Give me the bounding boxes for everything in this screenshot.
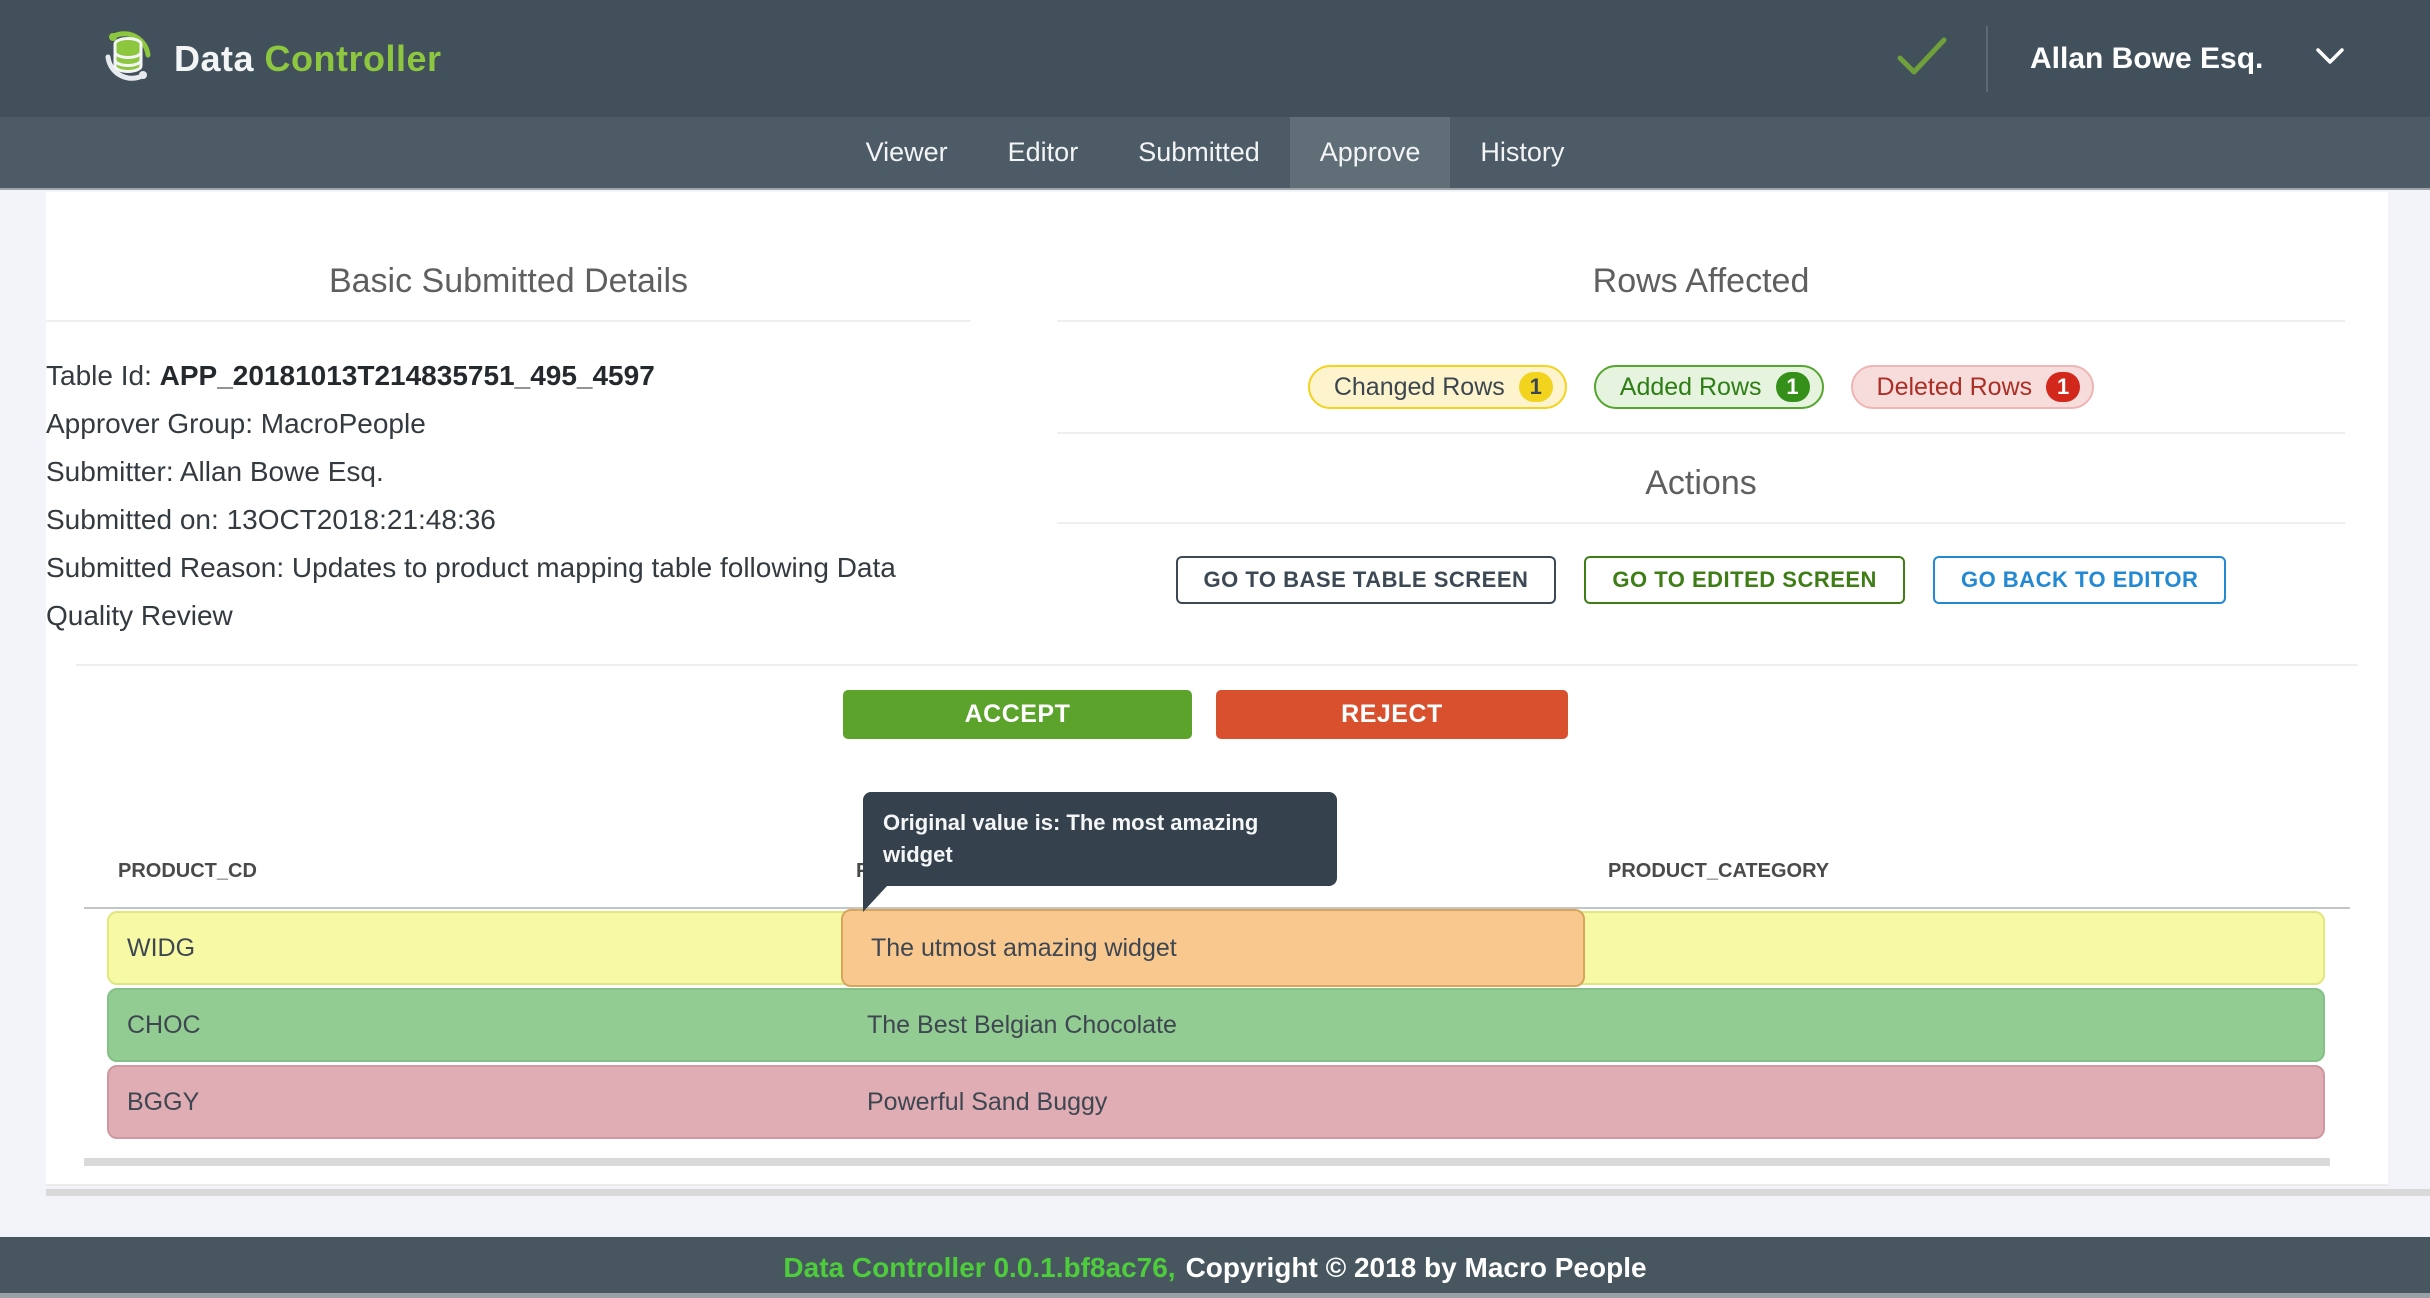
top-bar: Data Controller Allan Bowe Esq. [0, 0, 2430, 117]
table-row[interactable]: BGGY Powerful Sand Buggy [107, 1065, 2325, 1139]
badges-bottom-divider [1057, 432, 2345, 434]
changed-value-cell[interactable]: The utmost amazing widget [841, 909, 1585, 987]
app-logo: Data Controller [100, 0, 442, 117]
nav-tab-editor[interactable]: Editor [978, 117, 1109, 188]
nav-tab-viewer[interactable]: Viewer [836, 117, 978, 188]
go-to-edited-screen-button[interactable]: GO TO EDITED SCREEN [1584, 556, 1905, 604]
table-row[interactable]: WIDG The utmost amazing widget [107, 911, 2325, 985]
deleted-rows-count: 1 [2046, 372, 2080, 402]
chevron-down-icon[interactable] [2315, 47, 2345, 70]
nav-tab-history[interactable]: History [1450, 117, 1594, 188]
accept-button[interactable]: ACCEPT [843, 690, 1192, 739]
basic-submitted-details-title: Basic Submitted Details [46, 262, 971, 301]
added-rows-badge: Added Rows 1 [1594, 365, 1824, 409]
actions-divider [1057, 522, 2345, 524]
detail-table-id: Table Id: APP_20181013T214835751_495_459… [46, 352, 971, 400]
added-rows-count: 1 [1776, 372, 1810, 402]
app-title: Data Controller [174, 38, 442, 80]
table-row[interactable]: CHOC The Best Belgian Chocolate [107, 988, 2325, 1062]
cell-product-cd: CHOC [127, 990, 201, 1060]
detail-submitted-reason: Submitted Reason: Updates to product map… [46, 544, 971, 640]
detail-approver-group: Approver Group: MacroPeople [46, 400, 971, 448]
details-divider [46, 320, 971, 322]
cell-product-cd: BGGY [127, 1067, 199, 1137]
check-icon [1896, 36, 1948, 83]
cell-product-desc: The Best Belgian Chocolate [867, 990, 1177, 1060]
tooltip-arrow [863, 886, 887, 912]
table-horizontal-scrollbar[interactable] [84, 1158, 2330, 1166]
changed-rows-badge: Changed Rows 1 [1308, 365, 1567, 409]
nav-tab-approve[interactable]: Approve [1290, 117, 1451, 188]
user-menu[interactable]: Allan Bowe Esq. [2030, 0, 2345, 117]
detail-submitted-on: Submitted on: 13OCT2018:21:48:36 [46, 496, 971, 544]
changed-rows-count: 1 [1519, 372, 1553, 402]
card-divider [76, 664, 2358, 666]
rows-affected-badges: Changed Rows 1 Added Rows 1 Deleted Rows… [1057, 365, 2345, 409]
original-value-tooltip: Original value is: The most amazing widg… [863, 792, 1337, 886]
user-name: Allan Bowe Esq. [2030, 42, 2263, 76]
rows-affected-divider [1057, 320, 2345, 322]
rows-affected-title: Rows Affected [1057, 262, 2345, 301]
content-card: Basic Submitted Details Table Id: APP_20… [46, 192, 2388, 1186]
deleted-rows-badge: Deleted Rows 1 [1851, 365, 2095, 409]
submitted-details-fields: Table Id: APP_20181013T214835751_495_459… [46, 352, 971, 640]
footer-copyright: Copyright © 2018 by Macro People [1186, 1252, 1647, 1284]
footer: Data Controller 0.0.1.bf8ac76, Copyright… [0, 1237, 2430, 1298]
data-controller-logo-icon [100, 28, 156, 89]
topbar-divider [1986, 26, 1988, 92]
page-horizontal-scrollbar[interactable] [46, 1189, 2430, 1196]
column-header-product-category: PRODUCT_CATEGORY [1608, 860, 1829, 883]
nav-tab-submitted[interactable]: Submitted [1108, 117, 1290, 188]
footer-version: Data Controller 0.0.1.bf8ac76, [783, 1252, 1175, 1284]
main-nav: Viewer Editor Submitted Approve History [0, 117, 2430, 190]
go-back-to-editor-button[interactable]: GO BACK TO EDITOR [1933, 556, 2226, 604]
detail-submitter: Submitter: Allan Bowe Esq. [46, 448, 971, 496]
reject-button[interactable]: REJECT [1216, 690, 1568, 739]
cell-product-cd: WIDG [127, 913, 195, 983]
diff-table: WIDG The utmost amazing widget CHOC The … [107, 911, 2325, 1142]
actions-title: Actions [1057, 464, 2345, 503]
column-header-product-cd: PRODUCT_CD [118, 860, 257, 883]
action-buttons: GO TO BASE TABLE SCREEN GO TO EDITED SCR… [1057, 556, 2345, 604]
go-to-base-table-screen-button[interactable]: GO TO BASE TABLE SCREEN [1176, 556, 1557, 604]
window-bottom-edge [0, 1293, 2430, 1298]
cell-product-desc: Powerful Sand Buggy [867, 1067, 1107, 1137]
